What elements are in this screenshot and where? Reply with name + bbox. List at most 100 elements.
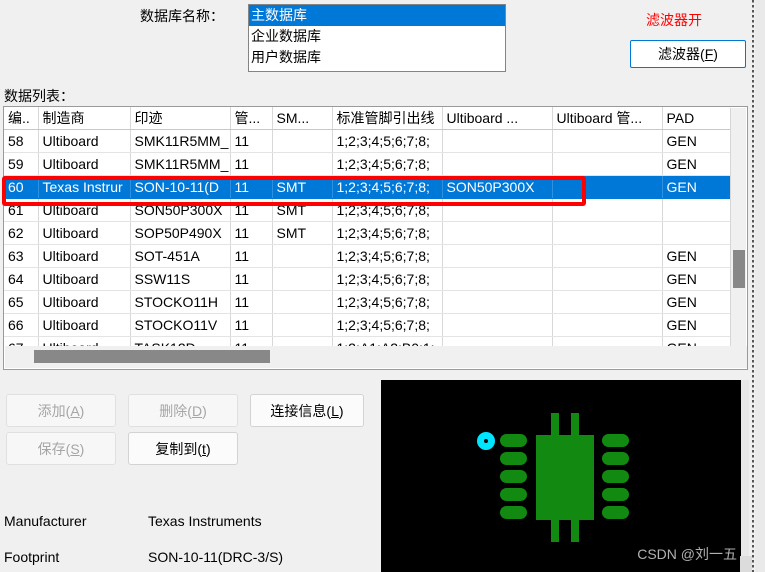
cell-pins: 11	[230, 313, 273, 337]
cell-pinout: 1;2;3;4;5;6;7;8;	[332, 244, 443, 268]
data-grid-scroll-viewport[interactable]: 编.. 制造商 印迹 管... SM... 标准管脚引出线 Ultiboard …	[4, 107, 732, 347]
cell-ultiboard-2	[552, 290, 663, 314]
copy-to-button-label: 复制到(	[155, 440, 203, 457]
add-button-accel: A	[70, 402, 80, 419]
save-button[interactable]: 保存(S)	[6, 432, 116, 465]
grid-horizontal-scrollbar[interactable]	[5, 346, 747, 368]
data-grid-table: 编.. 制造商 印迹 管... SM... 标准管脚引出线 Ultiboard …	[4, 107, 732, 347]
manufacturer-label: Manufacturer	[4, 513, 87, 529]
table-row[interactable]: 62 Ultiboard SOP50P490X 11 SMT 1;2;3;4;5…	[4, 221, 732, 245]
add-button-close-paren: )	[79, 402, 85, 419]
column-header-ultiboard-1[interactable]: Ultiboard ...	[442, 107, 553, 130]
cell-id: 66	[4, 313, 39, 337]
cell-pinout: 1;2;3;4;5;6;7;8;	[332, 152, 443, 176]
save-button-accel: S	[70, 440, 80, 457]
column-header-manufacturer[interactable]: 制造商	[38, 107, 131, 130]
copy-to-button-close-paren: )	[205, 440, 211, 457]
cell-ultiboard-2	[552, 244, 663, 268]
cell-pins: 11	[230, 290, 273, 314]
delete-button-accel: D	[191, 402, 203, 419]
database-name-label: 数据库名称：	[140, 8, 224, 24]
cell-pinout: 1;2;3;4;5;6;7;8;	[332, 313, 443, 337]
copy-to-button[interactable]: 复制到(t)	[128, 432, 238, 465]
column-header-pad[interactable]: PAD	[662, 107, 732, 130]
window-right-dotted-border	[752, 0, 754, 572]
table-row[interactable]: 58 Ultiboard SMK11R5MM_ 11 1;2;3;4;5;6;7…	[4, 129, 732, 153]
cell-id: 65	[4, 290, 39, 314]
grid-vertical-scroll-thumb[interactable]	[733, 250, 745, 288]
footprint-value: SON-10-11(DRC-3/S)	[148, 549, 284, 565]
table-row-selected[interactable]: 60 Texas Instrur SON-10-11(D 11 SMT 1;2;…	[4, 175, 732, 199]
cell-mount	[272, 129, 333, 153]
cell-ultiboard-1: SON50P300X	[442, 175, 553, 199]
database-option-user[interactable]: 用户数据库	[249, 47, 505, 68]
database-option-main[interactable]: 主数据库	[249, 5, 505, 26]
cell-pad: GEN	[662, 152, 732, 176]
cell-ultiboard-2	[552, 152, 663, 176]
cell-ultiboard-2	[552, 129, 663, 153]
cell-ultiboard-2	[552, 313, 663, 337]
filter-status-text: 滤波器开	[646, 12, 702, 28]
cell-id: 61	[4, 198, 39, 222]
grid-vertical-scrollbar[interactable]	[730, 108, 746, 348]
cell-ultiboard-1	[442, 198, 553, 222]
table-row[interactable]: 63 Ultiboard SOT-451A 11 1;2;3;4;5;6;7;8…	[4, 244, 732, 268]
column-header-mount[interactable]: SM...	[272, 107, 333, 130]
database-listbox[interactable]: 主数据库 企业数据库 用户数据库	[248, 4, 506, 72]
grid-horizontal-scroll-thumb[interactable]	[34, 350, 270, 363]
cell-manufacturer: Ultiboard	[38, 221, 131, 245]
table-row[interactable]: 66 Ultiboard STOCKO11V 11 1;2;3;4;5;6;7;…	[4, 313, 732, 337]
table-row[interactable]: 64 Ultiboard SSW11S 11 1;2;3;4;5;6;7;8; …	[4, 267, 732, 291]
data-list-label: 数据列表：	[4, 88, 74, 104]
cell-footprint: SOP50P490X	[130, 221, 231, 245]
cell-pins: 11	[230, 198, 273, 222]
column-header-pins[interactable]: 管...	[230, 107, 273, 130]
add-button[interactable]: 添加(A)	[6, 394, 116, 427]
cell-ultiboard-1	[442, 152, 553, 176]
cell-footprint: SON50P300X	[130, 198, 231, 222]
cell-ultiboard-1	[442, 313, 553, 337]
cell-pins: 11	[230, 221, 273, 245]
connection-info-button-label: 连接信息(	[270, 402, 332, 419]
footprint-preview-canvas[interactable]: CSDN @刘一五	[381, 380, 749, 572]
cell-manufacturer: Ultiboard	[38, 152, 131, 176]
cell-footprint: SSW11S	[130, 267, 231, 291]
filter-button[interactable]: 滤波器(F)	[630, 40, 746, 68]
data-grid[interactable]: 编.. 制造商 印迹 管... SM... 标准管脚引出线 Ultiboard …	[3, 106, 748, 370]
cell-manufacturer: Ultiboard	[38, 244, 131, 268]
delete-button[interactable]: 删除(D)	[128, 394, 238, 427]
table-row[interactable]: 61 Ultiboard SON50P300X 11 SMT 1;2;3;4;5…	[4, 198, 732, 222]
column-header-id[interactable]: 编..	[4, 107, 39, 130]
cell-pinout: 1;2;3;4;5;6;7;8;	[332, 221, 443, 245]
cell-pad	[662, 198, 732, 222]
cell-ultiboard-2	[552, 198, 663, 222]
cell-pad: GEN	[662, 290, 732, 314]
column-header-footprint[interactable]: 印迹	[130, 107, 231, 130]
table-row[interactable]: 65 Ultiboard STOCKO11H 11 1;2;3;4;5;6;7;…	[4, 290, 732, 314]
table-row[interactable]: 59 Ultiboard SMK11R5MM_ 11 1;2;3;4;5;6;7…	[4, 152, 732, 176]
column-header-ultiboard-2[interactable]: Ultiboard 管...	[552, 107, 663, 130]
cell-pad: GEN	[662, 244, 732, 268]
window-bottom-right-nub	[740, 556, 752, 572]
cell-ultiboard-1	[442, 290, 553, 314]
cell-pad: GEN	[662, 313, 732, 337]
cell-footprint: STOCKO11H	[130, 290, 231, 314]
footprint-label: Footprint	[4, 549, 60, 565]
column-header-pinout[interactable]: 标准管脚引出线	[332, 107, 443, 130]
cell-pad: GEN	[662, 175, 732, 199]
cell-manufacturer: Ultiboard	[38, 313, 131, 337]
cell-pins: 11	[230, 244, 273, 268]
cell-footprint: SOT-451A	[130, 244, 231, 268]
connection-info-button[interactable]: 连接信息(L)	[250, 394, 364, 427]
database-option-enterprise[interactable]: 企业数据库	[249, 26, 505, 47]
cell-id: 64	[4, 267, 39, 291]
cell-manufacturer: Ultiboard	[38, 267, 131, 291]
cell-pins: 11	[230, 267, 273, 291]
cell-mount: SMT	[272, 221, 333, 245]
cell-mount: SMT	[272, 175, 333, 199]
cell-manufacturer: Texas Instrur	[38, 175, 131, 199]
filter-button-label: 滤波器(	[658, 46, 705, 62]
delete-button-close-paren: )	[202, 402, 207, 419]
cell-id: 59	[4, 152, 39, 176]
cell-pinout: 1;2;3;4;5;6;7;8;	[332, 175, 443, 199]
